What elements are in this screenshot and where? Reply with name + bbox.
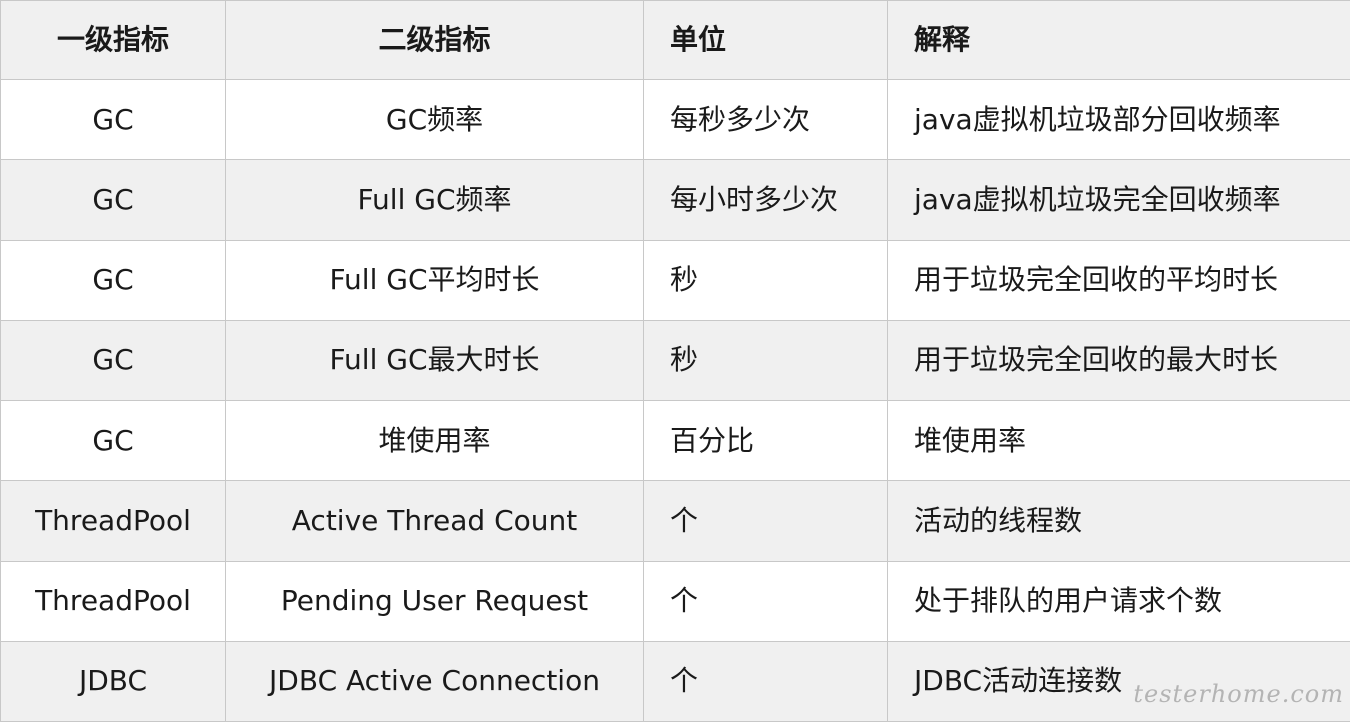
- table-row: GC 堆使用率 百分比 堆使用率: [0, 399, 1350, 482]
- header-level2: 二级指标: [225, 0, 644, 80]
- cell-level2: GC频率: [225, 78, 644, 161]
- cell-unit: 每小时多少次: [643, 159, 888, 241]
- cell-unit: 个: [643, 560, 888, 642]
- cell-unit: 每秒多少次: [643, 78, 888, 161]
- cell-level1: GC: [0, 239, 226, 321]
- cell-explanation: 活动的线程数: [887, 480, 1350, 562]
- table-row: GC Full GC频率 每小时多少次 java虚拟机垃圾完全回收频率: [0, 159, 1350, 241]
- cell-unit: 个: [643, 480, 888, 562]
- cell-explanation: 用于垃圾完全回收的平均时长: [887, 239, 1350, 321]
- metrics-table: 一级指标 二级指标 单位 解释 GC GC频率 每秒多少次 java虚拟机垃圾部…: [0, 0, 1350, 722]
- table-header: 一级指标 二级指标 单位 解释: [0, 0, 1350, 80]
- cell-level2: 堆使用率: [225, 399, 644, 482]
- cell-explanation: java虚拟机垃圾完全回收频率: [887, 159, 1350, 241]
- cell-explanation: java虚拟机垃圾部分回收频率: [887, 78, 1350, 161]
- header-unit: 单位: [643, 0, 888, 80]
- cell-level1: GC: [0, 319, 226, 402]
- cell-level2: Active Thread Count: [225, 480, 644, 562]
- table-row: JDBC JDBC Active Connection 个 JDBC活动连接数: [0, 640, 1350, 722]
- cell-level1: GC: [0, 78, 226, 161]
- cell-explanation: 处于排队的用户请求个数: [887, 560, 1350, 642]
- header-level1: 一级指标: [0, 0, 226, 80]
- cell-explanation: 用于垃圾完全回收的最大时长: [887, 319, 1350, 402]
- cell-level2: JDBC Active Connection: [225, 640, 644, 722]
- cell-explanation: 堆使用率: [887, 399, 1350, 482]
- header-row: 一级指标 二级指标 单位 解释: [0, 0, 1350, 80]
- table-body: GC GC频率 每秒多少次 java虚拟机垃圾部分回收频率 GC Full GC…: [0, 78, 1350, 722]
- cell-unit: 秒: [643, 319, 888, 402]
- cell-level2: Full GC频率: [225, 159, 644, 241]
- cell-level1: ThreadPool: [0, 480, 226, 562]
- cell-level2: Full GC最大时长: [225, 319, 644, 402]
- table-row: ThreadPool Pending User Request 个 处于排队的用…: [0, 560, 1350, 642]
- header-explanation: 解释: [887, 0, 1350, 80]
- cell-level1: GC: [0, 399, 226, 482]
- cell-level2: Pending User Request: [225, 560, 644, 642]
- cell-level1: GC: [0, 159, 226, 241]
- cell-unit: 百分比: [643, 399, 888, 482]
- table-row: GC Full GC最大时长 秒 用于垃圾完全回收的最大时长: [0, 319, 1350, 402]
- cell-unit: 秒: [643, 239, 888, 321]
- table-row: ThreadPool Active Thread Count 个 活动的线程数: [0, 480, 1350, 562]
- cell-unit: 个: [643, 640, 888, 722]
- cell-level1: ThreadPool: [0, 560, 226, 642]
- cell-level2: Full GC平均时长: [225, 239, 644, 321]
- cell-level1: JDBC: [0, 640, 226, 722]
- table-row: GC Full GC平均时长 秒 用于垃圾完全回收的平均时长: [0, 239, 1350, 321]
- cell-explanation: JDBC活动连接数: [887, 640, 1350, 722]
- table-row: GC GC频率 每秒多少次 java虚拟机垃圾部分回收频率: [0, 78, 1350, 161]
